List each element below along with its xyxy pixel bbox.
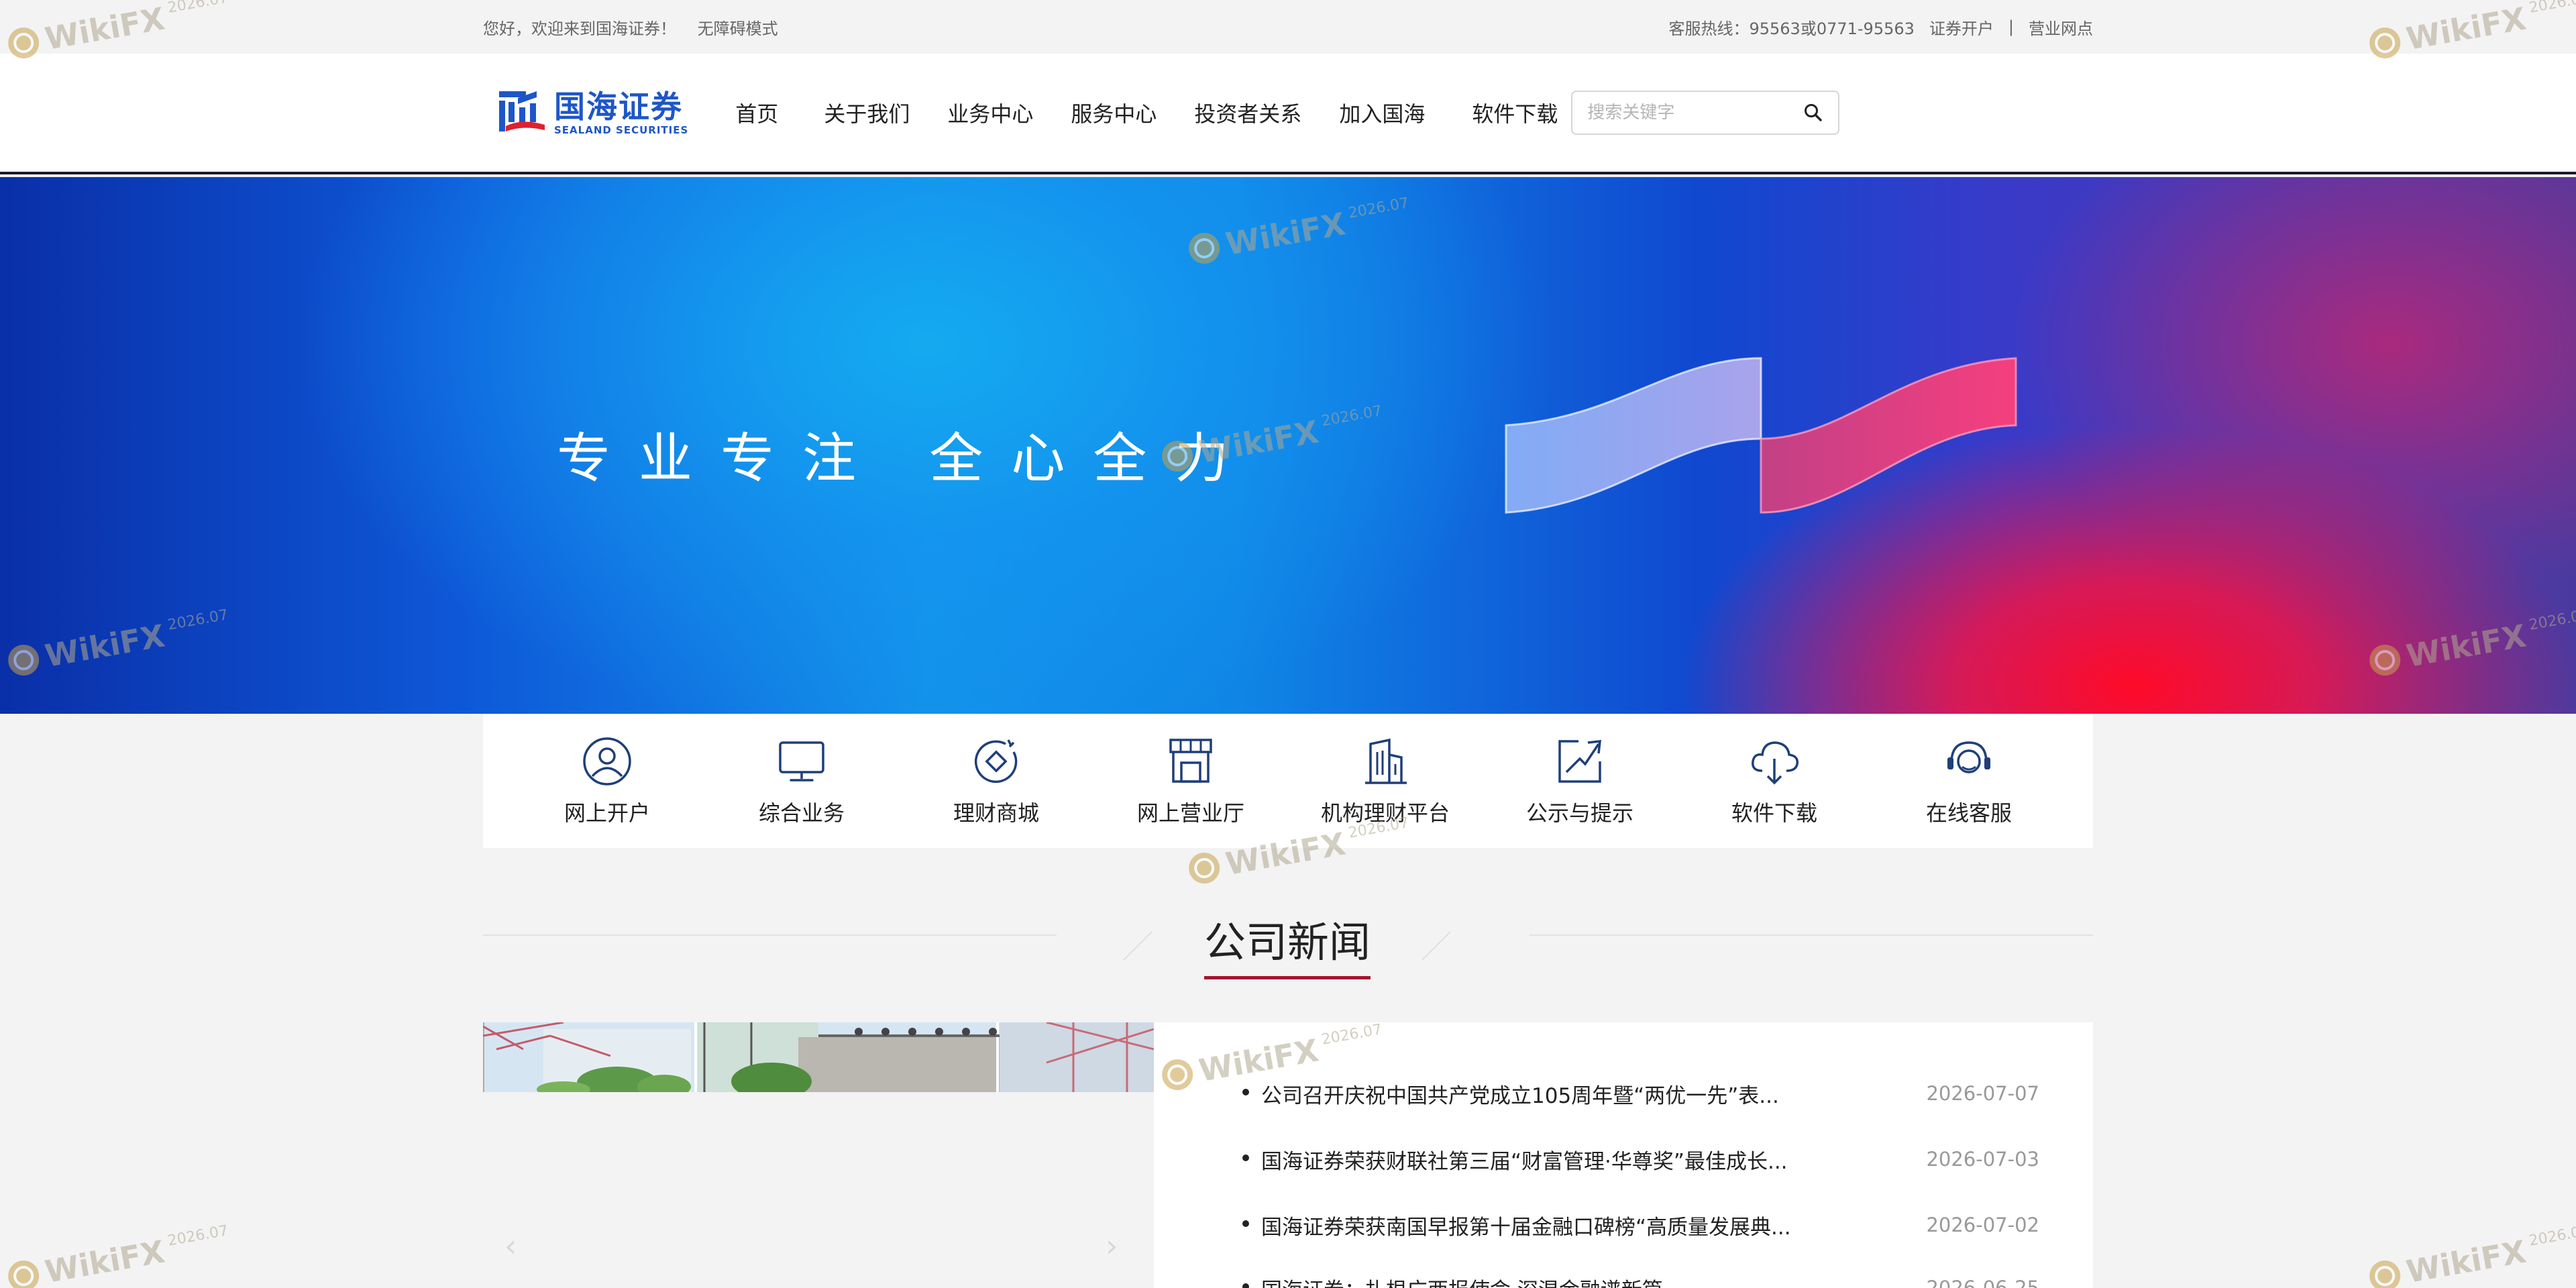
news-section-header: 公司新闻 <box>483 892 2093 986</box>
news-item-date: 2026-07-02 <box>1926 1214 2039 1236</box>
service-label: 软件下载 <box>1731 800 1817 826</box>
logo-mark-icon <box>499 91 545 131</box>
news-image-carousel[interactable] <box>483 1022 1154 1288</box>
watermark-stamp: 2026.07 <box>2528 1222 2576 1250</box>
service-label: 机构理财平台 <box>1320 800 1450 826</box>
monitor-icon <box>779 741 824 782</box>
nav-join-us[interactable]: 加入国海 <box>1339 97 1425 128</box>
search-icon[interactable] <box>1803 103 1823 123</box>
building-icon <box>1365 738 1407 784</box>
service-comprehensive[interactable]: 综合业务 <box>718 714 885 848</box>
finance-icon <box>974 739 1018 784</box>
quick-services: 网上开户 综合业务 理财商城 网上营业厅 机构理财平台 公示与提示 软件下载 在… <box>483 714 2093 848</box>
news-item-date: 2026-07-07 <box>1926 1082 2039 1105</box>
news-item-date: 2026-07-03 <box>1926 1148 2039 1171</box>
ribbon-graphic <box>1505 357 2017 514</box>
watermark-stamp: 2026.07 <box>166 1222 229 1250</box>
search-input[interactable] <box>1587 103 1789 123</box>
news-item[interactable]: 国海证券荣获南国早报第十届金融口碑榜“高质量发展典... 2026-07-02 <box>1242 1209 2039 1241</box>
news-item[interactable]: 国海证券：扎根广西报使命 深混金融谱新篇 2026-06-25 <box>1242 1272 2039 1288</box>
service-online-support[interactable]: 在线客服 <box>1885 714 2053 848</box>
watermark-brand: WikiFX <box>42 1233 168 1288</box>
headset-icon <box>1947 741 1990 773</box>
service-label: 综合业务 <box>758 800 845 826</box>
open-account-link[interactable]: 证券开户 <box>1929 15 1994 39</box>
banner-slogan: 专业专注 全心全力 <box>557 427 1257 490</box>
divider-slash-left <box>1123 931 1152 961</box>
service-label: 网上营业厅 <box>1136 800 1244 826</box>
accessibility-mode-link[interactable]: 无障碍模式 <box>698 19 778 38</box>
cloud-download-icon <box>1752 741 1799 785</box>
logo-text-cn: 国海证券 <box>554 89 683 125</box>
service-online-hall[interactable]: 网上营业厅 <box>1107 714 1275 848</box>
separator: | <box>2008 17 2014 36</box>
hotline-text: 客服热线：95563或0771-95563 <box>1668 19 1915 38</box>
watermark-logo-icon <box>2367 1258 2403 1288</box>
watermark-logo-icon <box>1186 850 1222 886</box>
service-label: 在线客服 <box>1925 800 2012 826</box>
service-label: 网上开户 <box>564 800 650 826</box>
logo-text-en: SEALAND SECURITIES <box>554 124 689 136</box>
divider-right <box>1529 934 2093 936</box>
service-online-account[interactable]: 网上开户 <box>523 714 691 848</box>
page: 您好，欢迎来到国海证券！ 无障碍模式 客服热线：95563或0771-95563… <box>0 0 2576 1288</box>
watermark: WikiFX 2026.07 <box>5 1222 233 1288</box>
service-notices[interactable]: 公示与提示 <box>1496 714 1664 848</box>
nav-services[interactable]: 服务中心 <box>1071 97 1157 128</box>
news-list: 公司召开庆祝中国共产党成立105周年暨“两优一先”表... 2026-07-07… <box>1154 1022 2093 1288</box>
title-underline <box>1204 976 1371 979</box>
nav-business[interactable]: 业务中心 <box>947 97 1033 128</box>
watermark: WikiFX 2026.07 <box>2367 1222 2576 1288</box>
news-photo[interactable] <box>483 1022 1154 1092</box>
main-nav: 首页 关于我们 业务中心 服务中心 投资者关系 加入国海 软件下载 <box>735 97 1585 128</box>
divider-left <box>483 934 1057 936</box>
watermark-brand: WikiFX <box>2404 1233 2529 1288</box>
nav-investor-relations[interactable]: 投资者关系 <box>1194 97 1301 128</box>
news-item-title[interactable]: 国海证券荣获南国早报第十届金融口碑榜“高质量发展典... <box>1242 1210 1791 1240</box>
logo[interactable]: 国海证券 SEALAND SECURITIES <box>496 87 688 138</box>
news-item[interactable]: 国海证券荣获财联社第三届“财富管理·华尊奖”最佳成长... 2026-07-03 <box>1242 1143 2039 1175</box>
news-section-title: 公司新闻 <box>1204 918 1371 967</box>
storefront-icon <box>1169 739 1212 783</box>
news-photo-scene <box>483 1022 1154 1092</box>
service-software-download[interactable]: 软件下载 <box>1690 714 1858 848</box>
service-label: 公示与提示 <box>1525 800 1633 826</box>
service-institution-platform[interactable]: 机构理财平台 <box>1301 714 1469 848</box>
hero-banner[interactable]: 专业专注 全心全力 <box>0 177 2576 714</box>
user-icon <box>583 737 631 786</box>
news-item-title[interactable]: 国海证券荣获财联社第三届“财富管理·华尊奖”最佳成长... <box>1242 1144 1788 1175</box>
watermark-logo-icon <box>5 1258 42 1288</box>
carousel-next-button[interactable]: › <box>1106 1228 1118 1264</box>
news-item-title[interactable]: 国海证券：扎根广西报使命 深混金融谱新篇 <box>1242 1273 1663 1288</box>
nav-about[interactable]: 关于我们 <box>824 97 910 128</box>
news-item-title[interactable]: 公司召开庆祝中国共产党成立105周年暨“两优一先”表... <box>1242 1079 1779 1109</box>
top-bar-left: 您好，欢迎来到国海证券！ 无障碍模式 <box>483 15 794 39</box>
service-finance-mall[interactable]: 理财商城 <box>912 714 1080 848</box>
top-bar-right: 客服热线：95563或0771-95563 证券开户 | 营业网点 <box>1654 15 2093 39</box>
divider-slash-right <box>1421 931 1451 961</box>
carousel-prev-button[interactable]: ‹ <box>504 1228 517 1264</box>
trend-icon <box>1558 740 1601 783</box>
top-bar: 您好，欢迎来到国海证券！ 无障碍模式 客服热线：95563或0771-95563… <box>0 0 2576 54</box>
header: 国海证券 SEALAND SECURITIES 首页 关于我们 业务中心 服务中… <box>0 54 2576 174</box>
service-label: 理财商城 <box>953 800 1039 826</box>
news-item[interactable]: 公司召开庆祝中国共产党成立105周年暨“两优一先”表... 2026-07-07 <box>1242 1077 2039 1110</box>
nav-software-download[interactable]: 软件下载 <box>1472 97 1558 128</box>
welcome-text: 您好，欢迎来到国海证券！ <box>483 19 676 38</box>
search-box <box>1571 91 1840 135</box>
nav-home[interactable]: 首页 <box>735 97 778 128</box>
news-item-date: 2026-06-25 <box>1926 1277 2039 1288</box>
branches-link[interactable]: 营业网点 <box>2029 15 2093 39</box>
